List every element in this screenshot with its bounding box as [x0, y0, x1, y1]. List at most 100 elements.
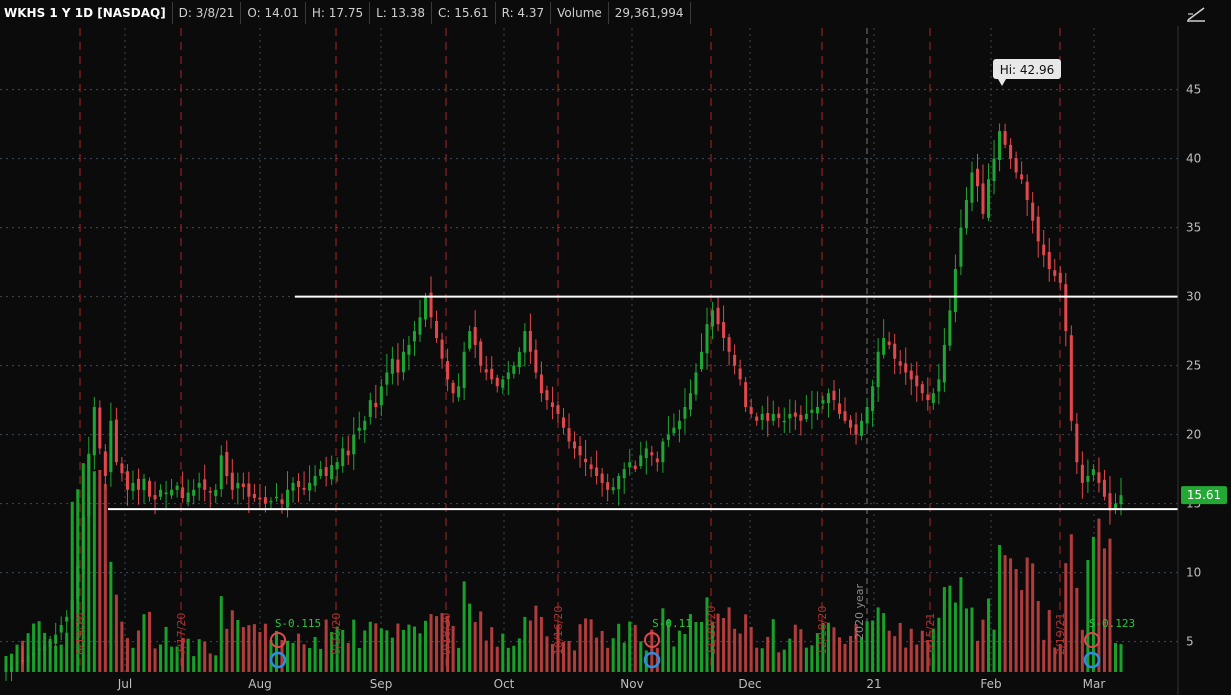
last-price-label: 15.61	[1187, 488, 1221, 502]
candle-body	[136, 478, 140, 490]
volume-bar	[942, 587, 946, 672]
candle-body	[120, 463, 124, 474]
candle-body	[716, 307, 720, 325]
volume-bar	[628, 621, 632, 672]
volume-bar	[837, 637, 842, 672]
candle-body	[125, 471, 129, 490]
candle-body	[280, 499, 284, 504]
candle-body	[1047, 252, 1051, 269]
candle-body	[705, 324, 709, 354]
candle-body	[1119, 495, 1123, 505]
candle-body	[368, 400, 372, 417]
event-date-label: 2/19/21	[1054, 613, 1067, 655]
low-label: L: 13.38	[370, 2, 432, 24]
volume-bar	[319, 648, 323, 672]
volume-bar	[915, 644, 919, 672]
candle-body	[523, 331, 527, 353]
volume-bar	[285, 640, 290, 672]
candle-body	[302, 487, 306, 490]
price-chart[interactable]: 45403530252015105JulAugSepOctNovDec21Feb…	[0, 0, 1231, 695]
candle-body	[1020, 174, 1024, 180]
open-label: O: 14.01	[241, 2, 306, 24]
candle-body	[1075, 423, 1079, 463]
candle-body	[622, 469, 626, 479]
candle-body	[468, 331, 472, 349]
candle-body	[319, 469, 323, 476]
candle-body	[401, 351, 405, 373]
high-label: H: 17.75	[306, 2, 371, 24]
candle-body	[987, 179, 991, 218]
volume-bar	[291, 642, 295, 672]
candle-body	[904, 363, 908, 373]
candle-body	[849, 419, 853, 428]
volume-bar	[871, 620, 875, 672]
candle-body	[1113, 503, 1117, 509]
y-tick-label: 40	[1186, 152, 1201, 166]
volume-bar	[1069, 534, 1073, 672]
volume-bar	[987, 598, 991, 672]
candle-body	[766, 413, 770, 421]
candle-body	[346, 450, 350, 456]
candle-body	[959, 227, 963, 267]
candle-body	[677, 420, 681, 430]
volume-bar	[611, 638, 615, 672]
candle-body	[473, 327, 477, 345]
candle-body	[236, 482, 240, 489]
volume-bar	[677, 630, 681, 672]
candle-body	[733, 354, 737, 366]
candle-body	[142, 478, 146, 491]
candle-body	[992, 158, 996, 182]
candle-body	[490, 368, 494, 380]
volume-bar	[760, 648, 764, 672]
volume-bar	[324, 619, 328, 672]
candle-body	[644, 448, 648, 458]
candle-body	[584, 458, 588, 463]
candle-body	[1042, 244, 1046, 256]
volume-bar	[1113, 643, 1117, 672]
volume-bar	[843, 643, 847, 672]
volume-bar	[832, 627, 836, 672]
volume-bar	[727, 607, 731, 672]
volume-bar	[159, 644, 163, 672]
candle-body	[269, 500, 273, 503]
candle-body	[92, 407, 96, 456]
earnings-label: S-0.123	[1089, 617, 1135, 630]
candle-body	[981, 183, 985, 214]
volume-bar	[1003, 555, 1007, 672]
volume-bar	[92, 471, 96, 672]
volume-bar	[788, 638, 792, 672]
candle-body	[711, 310, 715, 327]
candle-body	[821, 400, 825, 404]
volume-bar	[804, 647, 808, 672]
candle-body	[335, 462, 339, 469]
candle-body	[650, 452, 654, 456]
candle-body	[341, 448, 345, 467]
volume-bar	[672, 646, 676, 672]
volume-bar	[346, 642, 350, 672]
candle-body	[876, 351, 880, 388]
candle-body	[462, 351, 466, 388]
volume-bar	[998, 544, 1002, 672]
symbol-label[interactable]: WKHS 1 Y 1D [NASDAQ]	[0, 2, 173, 24]
volume-bar	[589, 619, 593, 672]
candle-body	[744, 382, 748, 407]
candle-body	[683, 407, 687, 419]
volume-bar	[170, 646, 174, 672]
volume-bar	[849, 635, 853, 672]
x-tick-label: Jul	[117, 677, 132, 691]
candle-body	[826, 393, 830, 404]
volume-bar	[462, 581, 466, 672]
volume-bar	[1091, 536, 1095, 672]
event-date-label: 10/16/20	[552, 606, 565, 655]
candle-body	[561, 417, 566, 428]
volume-bar	[948, 585, 952, 672]
event-date-label: 7/17/20	[175, 613, 188, 655]
drawing-tool-button[interactable]	[1182, 3, 1210, 25]
candle-body	[506, 372, 510, 380]
candle-body	[407, 344, 411, 355]
candle-body	[871, 386, 875, 412]
candle-body	[1058, 272, 1062, 283]
volume-bar	[771, 619, 775, 672]
volume-bar	[412, 626, 416, 672]
candle-body	[611, 487, 615, 491]
